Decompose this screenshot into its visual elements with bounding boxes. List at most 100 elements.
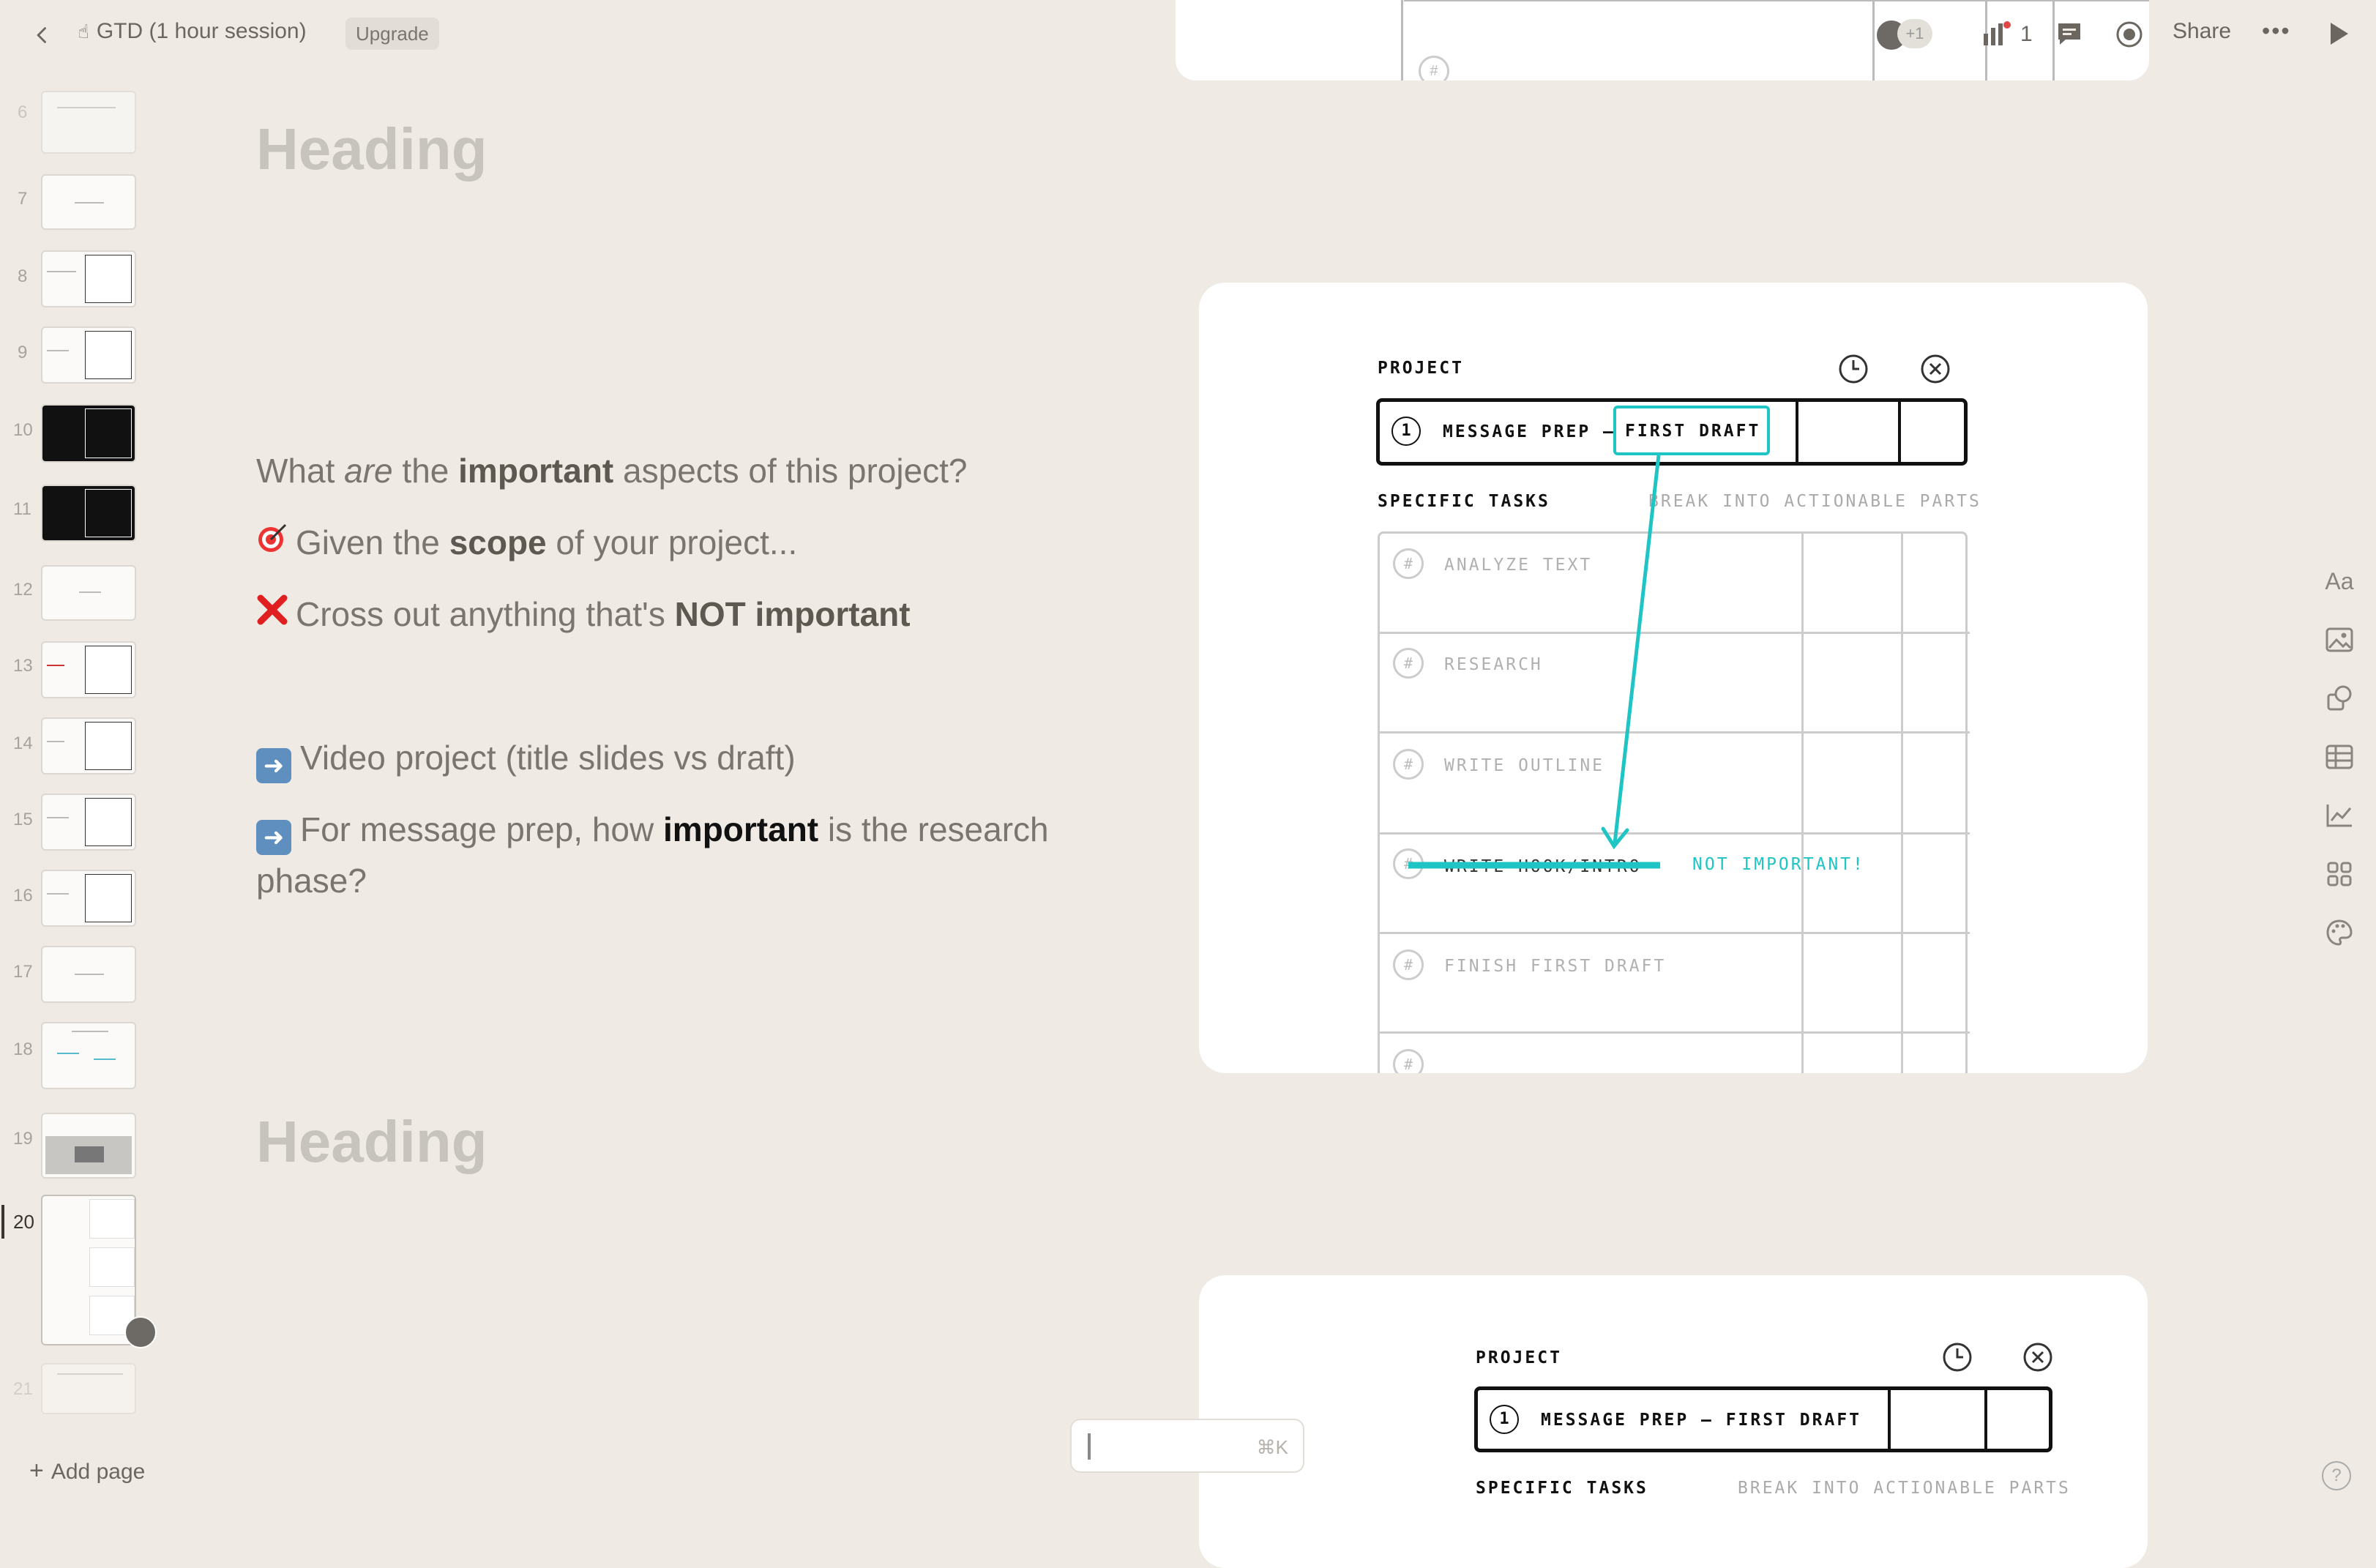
pin-hand-icon: ☝ xyxy=(78,20,89,42)
bullet-important-aspects[interactable]: What are the important aspects of this p… xyxy=(256,445,968,496)
page-number: 17 xyxy=(13,962,33,982)
insert-table-button[interactable] xyxy=(2322,739,2357,774)
grid-apps-icon xyxy=(2327,862,2352,886)
page-thumbnail[interactable] xyxy=(41,404,136,463)
comments-button[interactable] xyxy=(2055,20,2083,51)
document-title-text: GTD (1 hour session) xyxy=(96,19,307,43)
close-circle-icon xyxy=(2023,1343,2052,1372)
page-thumbnail[interactable] xyxy=(41,250,136,307)
page-thumbnail[interactable] xyxy=(41,794,136,851)
page-number: 14 xyxy=(13,733,33,753)
page-number: 10 xyxy=(13,420,33,440)
page-thumbnail[interactable] xyxy=(41,870,136,927)
thumb-line xyxy=(47,271,76,272)
page-number: 11 xyxy=(13,499,31,519)
bullet-scope[interactable]: Given the scope of your project... xyxy=(256,517,797,568)
page-thumbnail[interactable] xyxy=(41,485,136,542)
help-button[interactable]: ? xyxy=(2322,1461,2351,1490)
page-thumbnail[interactable] xyxy=(41,1363,136,1414)
page-thumbnail[interactable] xyxy=(41,565,136,621)
present-button[interactable] xyxy=(2328,20,2351,51)
insert-image-button[interactable] xyxy=(2322,622,2357,657)
image-icon xyxy=(2325,627,2353,652)
bullet-video-project[interactable]: ➜ Video project (title slides vs draft) xyxy=(256,732,796,783)
upgrade-button[interactable]: Upgrade xyxy=(345,18,439,50)
thumb-line xyxy=(79,591,101,593)
insert-embed-button[interactable] xyxy=(2322,856,2357,892)
grid-line xyxy=(1401,0,1403,81)
play-icon xyxy=(2331,23,2348,45)
insert-shape-button[interactable] xyxy=(2322,681,2357,716)
table-icon xyxy=(2325,744,2353,769)
thumb-grid xyxy=(85,646,132,694)
specific-tasks-label: SPECIFIC TASKS xyxy=(1476,1479,1648,1498)
share-button[interactable]: Share xyxy=(2173,19,2231,44)
thumb-line xyxy=(72,1031,108,1032)
text-segment: Cross out anything that's xyxy=(296,595,675,633)
collaborators[interactable]: +1 xyxy=(1875,19,1941,51)
thumb-line xyxy=(57,1373,123,1375)
add-page-label: Add page xyxy=(51,1460,146,1484)
thumb-grid xyxy=(85,331,132,379)
page-number: 21 xyxy=(13,1379,33,1399)
thumb-grid xyxy=(85,489,132,537)
project-row: 1 MESSAGE PREP – FIRST DRAFT xyxy=(1474,1386,2052,1452)
page-thumbnail[interactable] xyxy=(41,946,136,1003)
back-button[interactable] xyxy=(22,15,63,56)
command-search-input[interactable]: ⌘K xyxy=(1070,1419,1304,1473)
page-thumbnail[interactable] xyxy=(41,641,136,698)
page-thumbnail[interactable] xyxy=(41,1022,136,1089)
not-important-annotation: NOT IMPORTANT! xyxy=(1692,855,1865,874)
comment-icon xyxy=(2058,23,2080,45)
bullet-research-phase[interactable]: ➜ For message prep, how important is the … xyxy=(256,804,1049,855)
page-thumbnail[interactable] xyxy=(41,326,136,384)
right-arrow-icon: ➜ xyxy=(256,820,291,855)
annotation-arrow-icon xyxy=(1408,455,1661,869)
theme-button[interactable] xyxy=(2322,915,2357,950)
page-thumbnail[interactable] xyxy=(41,1113,136,1179)
page-number: 13 xyxy=(13,656,33,676)
clock-icon xyxy=(1943,1343,1972,1372)
insert-chart-button[interactable] xyxy=(2322,798,2357,833)
page-thumbnail[interactable] xyxy=(41,91,136,154)
text-segment: aspects of this project? xyxy=(613,452,968,490)
tasks-hint: BREAK INTO ACTIONABLE PARTS xyxy=(1738,1479,2071,1498)
bullet-research-phase-continued[interactable]: phase? xyxy=(256,855,367,906)
more-options-button[interactable]: ••• xyxy=(2262,18,2291,45)
add-page-button[interactable]: + Add page xyxy=(29,1457,145,1485)
document-title[interactable]: ☝ GTD (1 hour session) xyxy=(78,19,307,44)
text-style-button[interactable]: Aa xyxy=(2322,564,2357,599)
bullet-cross-out[interactable]: Cross out anything that's NOT important xyxy=(256,589,911,640)
thumb-grid xyxy=(85,255,132,303)
thumb-image xyxy=(75,1146,104,1162)
page-thumbnail[interactable] xyxy=(41,174,136,230)
text-segment: Given the xyxy=(296,523,449,561)
page-number: 15 xyxy=(13,810,33,829)
task-number-circle: # xyxy=(1419,56,1449,81)
text-cursor xyxy=(1088,1433,1091,1460)
slide-heading[interactable]: Heading xyxy=(256,116,487,183)
page-number-active: 20 xyxy=(13,1211,34,1233)
record-button[interactable] xyxy=(2115,20,2143,52)
avatar xyxy=(124,1316,157,1348)
analytics-button[interactable]: 1 xyxy=(1982,18,2041,50)
thumb-line xyxy=(57,1053,79,1054)
grid-line xyxy=(1984,1390,1987,1449)
thumb-line xyxy=(47,817,69,818)
plus-icon: + xyxy=(29,1457,44,1485)
slide-image-card[interactable]: PROJECT 1 MESSAGE PREP – FIRST DRAFT SPE… xyxy=(1199,283,2148,1073)
text-segment: What xyxy=(256,452,345,490)
text-bold: scope xyxy=(449,523,547,561)
thumb-grid xyxy=(85,722,132,770)
page-thumbnail-active[interactable] xyxy=(41,1195,136,1345)
thumb-grid xyxy=(85,874,132,922)
page-thumbnail[interactable] xyxy=(41,717,136,774)
slide-heading[interactable]: Heading xyxy=(256,1108,487,1176)
thumb-grid xyxy=(85,408,132,458)
text-bold: NOT important xyxy=(674,595,911,633)
page-thumbnails-sidebar: 6 7 8 9 10 11 12 13 14 15 16 17 18 19 20… xyxy=(0,81,161,1420)
slide-image-card[interactable]: PROJECT 1 MESSAGE PREP – FIRST DRAFT SPE… xyxy=(1199,1275,2148,1568)
text-segment: of your project... xyxy=(546,523,798,561)
command-shortcut-hint: ⌘K xyxy=(1256,1436,1288,1458)
grid-line xyxy=(1404,0,2149,1)
